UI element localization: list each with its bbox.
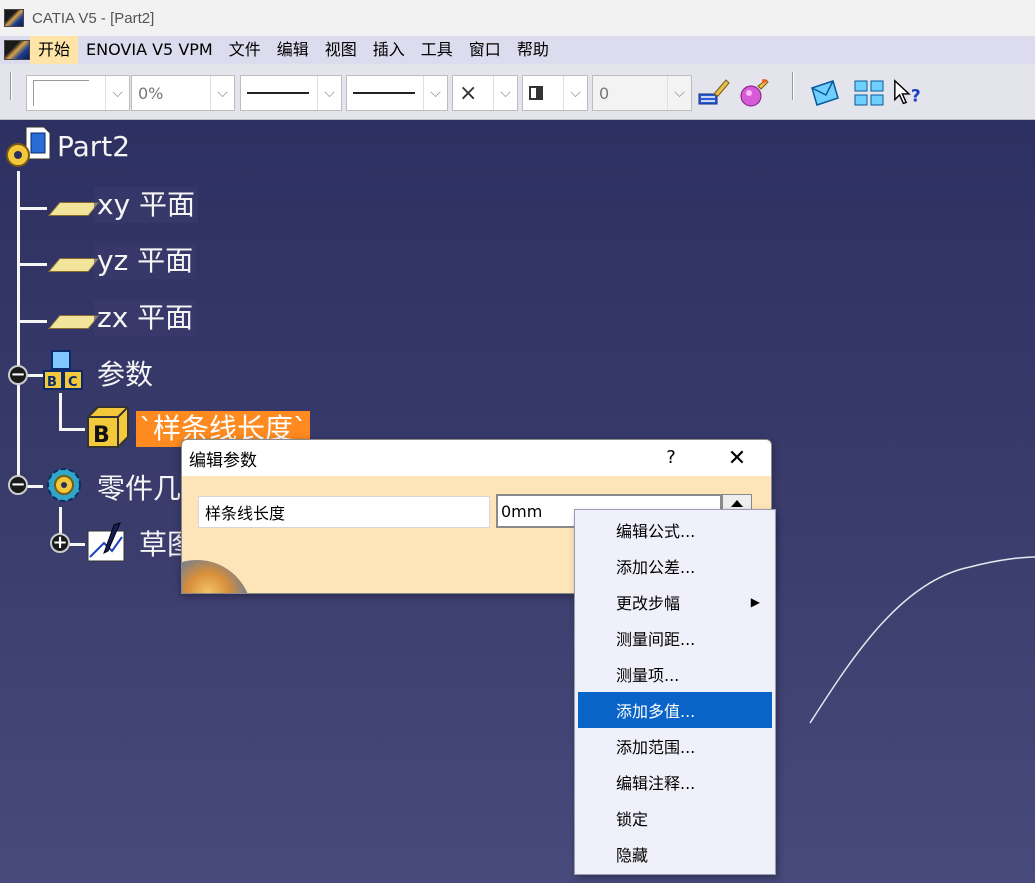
collapse-toggle-icon[interactable]: −: [8, 475, 28, 495]
menu-item-edit-comment[interactable]: 编辑注释...: [578, 764, 772, 800]
menu-item-add-multiple-values[interactable]: 添加多值...: [578, 692, 772, 728]
part-icon[interactable]: [4, 125, 52, 169]
tree-item-part-body[interactable]: 零件几: [94, 471, 185, 507]
menu-help[interactable]: 帮助: [509, 36, 557, 64]
menu-item-measure-between[interactable]: 测量间距...: [578, 620, 772, 656]
catia-app-icon: [4, 9, 24, 27]
dialog-globe-decoration: [182, 560, 252, 593]
line-sample: [247, 92, 309, 94]
chevron-down-icon[interactable]: ⌵: [105, 76, 129, 110]
menu-file[interactable]: 文件: [221, 36, 269, 64]
whats-this-icon[interactable]: ?: [892, 76, 926, 110]
boolean-parameter-icon: B: [84, 405, 132, 451]
painter-brush-icon[interactable]: [696, 76, 730, 110]
rendering-value: 0: [599, 83, 610, 103]
svg-text:B: B: [93, 423, 110, 448]
envelope-icon[interactable]: [808, 76, 842, 110]
menu-item-edit-formula[interactable]: 编辑公式...: [578, 512, 772, 548]
toolbar-grip[interactable]: [10, 72, 12, 100]
part-body-icon: [42, 463, 88, 507]
menu-item-measure-item[interactable]: 测量项...: [578, 656, 772, 692]
tree-item-parameters[interactable]: 参数: [94, 357, 156, 393]
line-thickness-combo[interactable]: ⌵: [240, 75, 342, 111]
tree-connector: [59, 428, 85, 431]
menu-item-lock[interactable]: 锁定: [578, 800, 772, 836]
menu-bar: 开始 ENOVIA V5 VPM 文件 编辑 视图 插入 工具 窗口 帮助: [0, 36, 1035, 64]
menu-item-add-range[interactable]: 添加范围...: [578, 728, 772, 764]
color-combo[interactable]: ⌵: [26, 75, 130, 111]
title-bar: CATIA V5 - [Part2]: [0, 0, 1035, 36]
rendering-style-combo[interactable]: 0 ⌵: [592, 75, 692, 111]
menu-enovia[interactable]: ENOVIA V5 VPM: [78, 36, 221, 64]
menu-insert[interactable]: 插入: [365, 36, 413, 64]
window-title: CATIA V5 - [Part2]: [32, 9, 155, 27]
svg-text:?: ?: [911, 87, 921, 107]
svg-text:B: B: [47, 375, 57, 390]
tree-item-xy-plane[interactable]: xy 平面: [94, 187, 199, 223]
layer-value: [523, 76, 563, 110]
parameters-icon: B C: [40, 349, 90, 395]
tree-connector: [17, 171, 20, 485]
dialog-title-bar[interactable]: 编辑参数 ? ✕: [182, 440, 771, 476]
menu-view[interactable]: 视图: [317, 36, 365, 64]
layer-combo[interactable]: ⌵: [522, 75, 588, 111]
menu-window[interactable]: 窗口: [461, 36, 509, 64]
chevron-down-icon[interactable]: ⌵: [317, 76, 341, 110]
toolbar-grip[interactable]: [792, 72, 794, 100]
transparency-combo[interactable]: 0% ⌵: [131, 75, 235, 111]
line-sample: [353, 92, 415, 94]
tree-connector: [17, 207, 47, 210]
color-combo-value: [27, 76, 105, 110]
point-symbol-combo[interactable]: × ⌵: [452, 75, 518, 111]
transparency-value: 0%: [138, 83, 164, 103]
multi-view-icon[interactable]: [852, 76, 886, 110]
chevron-down-icon[interactable]: ⌵: [667, 76, 691, 110]
svg-text:C: C: [68, 375, 78, 390]
chevron-down-icon[interactable]: ⌵: [493, 76, 517, 110]
tree-connector: [17, 263, 47, 266]
sketch-icon: [84, 521, 130, 565]
tree-connector: [59, 393, 62, 429]
submenu-arrow-icon: ▶: [750, 595, 760, 609]
parameter-name-field[interactable]: 样条线长度: [198, 496, 490, 528]
dialog-title: 编辑参数: [189, 450, 257, 471]
line-thickness-value: [241, 76, 317, 110]
menu-item-add-tolerance[interactable]: 添加公差...: [578, 548, 772, 584]
line-type-value: [347, 76, 423, 110]
properties-toolbar: ⌵ 0% ⌵ ⌵ ⌵ × ⌵ ⌵ 0 ⌵ ?: [0, 64, 1035, 120]
menu-edit[interactable]: 编辑: [269, 36, 317, 64]
apply-material-icon[interactable]: [738, 76, 772, 110]
collapse-toggle-icon[interactable]: −: [8, 365, 28, 385]
tree-item-zx-plane[interactable]: zx 平面: [94, 300, 197, 336]
menu-item-change-step-label: 更改步幅: [616, 594, 681, 613]
expand-toggle-icon[interactable]: +: [50, 533, 70, 553]
menu-start[interactable]: 开始: [30, 36, 79, 64]
menu-tools[interactable]: 工具: [413, 36, 461, 64]
parameter-context-menu: 编辑公式... 添加公差... 更改步幅 ▶ 测量间距... 测量项... 添加…: [574, 509, 776, 875]
help-button[interactable]: ?: [660, 444, 682, 470]
chevron-down-icon[interactable]: ⌵: [210, 76, 234, 110]
chevron-down-icon[interactable]: ⌵: [423, 76, 447, 110]
point-symbol-value: ×: [459, 80, 478, 106]
catia-menu-icon[interactable]: [4, 40, 30, 60]
line-type-combo[interactable]: ⌵: [346, 75, 448, 111]
tree-root-part2[interactable]: Part2: [54, 129, 133, 165]
tree-item-yz-plane[interactable]: yz 平面: [94, 243, 197, 279]
menu-item-change-step[interactable]: 更改步幅 ▶: [578, 584, 772, 620]
tree-connector: [17, 320, 47, 323]
menu-item-hide[interactable]: 隐藏: [578, 836, 772, 872]
close-button[interactable]: ✕: [720, 442, 754, 474]
chevron-down-icon[interactable]: ⌵: [563, 76, 587, 110]
